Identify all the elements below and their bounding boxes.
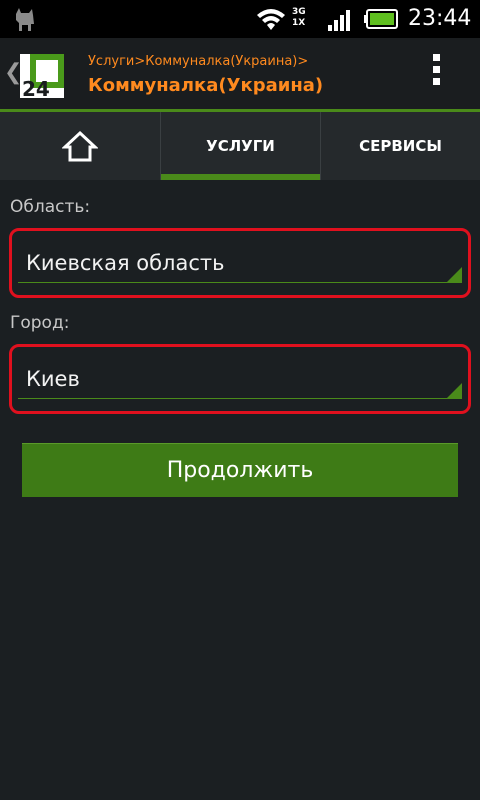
network-bottom-label: 1X bbox=[292, 18, 306, 28]
home-icon bbox=[62, 130, 98, 162]
battery-icon bbox=[364, 9, 398, 29]
wifi-icon bbox=[257, 9, 285, 30]
gorod-select-value: Киев bbox=[26, 367, 80, 391]
tab-bar: УСЛУГИ СЕРВИСЫ bbox=[0, 112, 480, 180]
dropdown-arrow-icon bbox=[446, 267, 462, 283]
network-top-label: 3G bbox=[292, 7, 306, 17]
tab-services-label: УСЛУГИ bbox=[206, 137, 275, 155]
logo-text: 24 bbox=[22, 77, 50, 100]
privat24-logo[interactable]: 24 bbox=[18, 52, 66, 100]
overflow-menu-icon[interactable] bbox=[424, 54, 448, 94]
select-underline bbox=[18, 398, 462, 399]
breadcrumb[interactable]: Услуги>Коммуналка(Украина)> bbox=[88, 54, 308, 70]
status-time: 23:44 bbox=[408, 6, 472, 31]
continue-button[interactable]: Продолжить bbox=[22, 443, 458, 497]
status-bar: 3G 1X 23:44 bbox=[0, 0, 480, 38]
network-type-icon: 3G 1X bbox=[292, 7, 322, 33]
oblast-label: Область: bbox=[10, 197, 91, 217]
select-underline bbox=[18, 282, 462, 283]
active-tab-indicator bbox=[161, 174, 320, 180]
gorod-label: Город: bbox=[10, 313, 70, 333]
app-header: ❮ 24 Услуги>Коммуналка(Украина)> Коммуна… bbox=[0, 38, 480, 112]
tab-home[interactable] bbox=[0, 112, 160, 180]
dropdown-arrow-icon bbox=[446, 383, 462, 399]
page-title: Коммуналка(Украина) bbox=[88, 75, 324, 96]
tab-servisy[interactable]: СЕРВИСЫ bbox=[320, 112, 480, 180]
tab-services[interactable]: УСЛУГИ bbox=[160, 112, 320, 180]
app-notification-icon bbox=[16, 8, 34, 31]
signal-icon bbox=[328, 10, 350, 31]
oblast-select-value: Киевская область bbox=[26, 251, 225, 275]
oblast-select[interactable]: Киевская область bbox=[9, 228, 471, 298]
gorod-select[interactable]: Киев bbox=[9, 344, 471, 414]
tab-servisy-label: СЕРВИСЫ bbox=[359, 137, 442, 155]
